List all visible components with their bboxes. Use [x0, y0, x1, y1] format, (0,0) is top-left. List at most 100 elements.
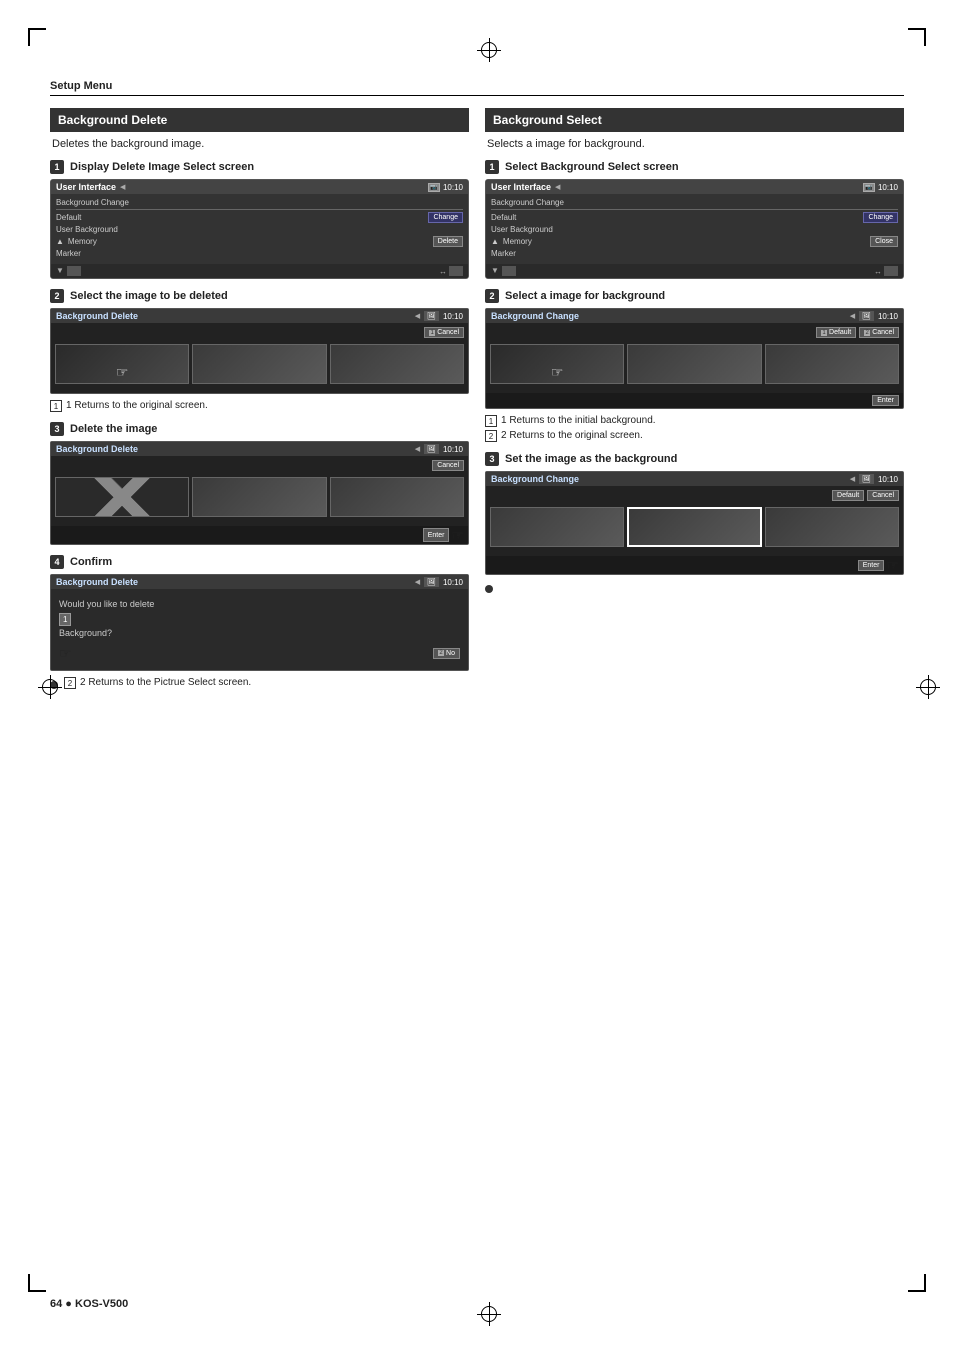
right-step1-num: 1 [485, 160, 499, 174]
right-thumb3[interactable] [765, 344, 899, 384]
step4-icon: 🖼 [424, 577, 439, 587]
thumb3[interactable] [330, 344, 464, 384]
step1-row-default: Default Change [56, 212, 463, 223]
right-step1-footer-arr: ↔ [874, 267, 882, 276]
right-step2-num: 2 [485, 289, 499, 303]
step1-label: 1 Display Delete Image Select screen [50, 160, 469, 174]
right-step1-row-marker: Marker [491, 249, 898, 258]
step2-num: 2 [50, 289, 64, 303]
right-step2-note2: 2 2 Returns to the original screen. [485, 430, 904, 442]
bg-select-header: Background Select [485, 108, 904, 132]
step1-screen: User Interface ◀ 📷 10:10 Background Chan… [50, 179, 469, 279]
step1-footer-icon3 [449, 266, 463, 276]
right-step3-cancel-btn: Cancel [867, 490, 899, 501]
corner-bracket-tl [28, 28, 46, 46]
right-step2-title: Background Change [491, 311, 579, 321]
right-step2-default-btn: 1 Default [816, 327, 856, 338]
right-step1-footer-icon3 [884, 266, 898, 276]
corner-bracket-br [908, 1274, 926, 1292]
step2-title: Background Delete [56, 311, 138, 321]
right-step2-cancel-btn: 2 Cancel [859, 327, 899, 338]
right-step3-thumb1[interactable] [490, 507, 624, 547]
step1-row-user-bg: User Background [56, 225, 463, 234]
step1-footer-icon2 [67, 266, 81, 276]
step4-note: 2 2 Returns to the Pictrue Select screen… [64, 677, 251, 689]
thumb1[interactable]: ☞ [55, 344, 189, 384]
right-step1-row-bg: Background Change [491, 198, 898, 207]
right-step1-icon1: 📷 [863, 183, 875, 192]
right-step1-time: 10:10 [878, 183, 898, 192]
right-step3-thumb-grid [490, 507, 899, 547]
step3-thumb3[interactable] [330, 477, 464, 517]
right-step3-icon: 🖼 [859, 474, 874, 484]
step1-time: 10:10 [443, 183, 463, 192]
step4-confirm-text2: Background? [59, 628, 460, 638]
step4-confirm-text1: Would you like to delete [59, 599, 460, 609]
setup-menu-label: Setup Menu [50, 80, 904, 96]
step2-screen: Background Delete ◀ 🖼 10:10 1 Cancel [50, 308, 469, 394]
step3-enter-btn: Enter [423, 528, 450, 542]
step3-thumb1[interactable] [55, 477, 189, 517]
bg-delete-header: Background Delete [50, 108, 469, 132]
right-step2-screen: Background Change ◀ 🖼 10:10 1 Default [485, 308, 904, 409]
step3-title: Background Delete [56, 444, 138, 454]
right-step1-row-memory: ▲ Memory Close [491, 236, 898, 247]
bg-delete-desc: Deletes the background image. [50, 138, 469, 150]
step2-label: 2 Select the image to be deleted [50, 289, 469, 303]
right-step3-thumb2[interactable] [627, 507, 763, 547]
right-hand-icon: ☞ [551, 364, 564, 381]
step2-cancel-btn: 1 Cancel [424, 327, 464, 338]
step1-num: 1 [50, 160, 64, 174]
step3-screen: Background Delete ◀ 🖼 10:10 Cancel [50, 441, 469, 545]
step3-thumb-grid [55, 477, 464, 517]
bg-select-desc: Selects a image for background. [485, 138, 904, 150]
bullet2 [485, 585, 493, 593]
right-step1-change-btn: Change [863, 212, 898, 223]
step1-change-btn: Change [428, 212, 463, 223]
step1-row-memory: ▲ Memory Delete [56, 236, 463, 247]
note-right2-2: 2 [485, 430, 497, 442]
step4-note-container: 2 2 Returns to the Pictrue Select screen… [50, 677, 469, 689]
step3-num: 3 [50, 422, 64, 436]
step1-row-bg-change: Background Change [56, 198, 463, 207]
hand-icon: ☞ [116, 364, 129, 381]
step4-time: 10:10 [443, 578, 463, 587]
right-step3-time: 10:10 [878, 475, 898, 484]
right-step1-row-user-bg: User Background [491, 225, 898, 234]
step2-time: 10:10 [443, 312, 463, 321]
right-step3-thumb3[interactable] [765, 507, 899, 547]
step4-screen: Background Delete ◀ 🖼 10:10 Would you li… [50, 574, 469, 671]
background-delete-section: Background Delete Deletes the background… [50, 108, 469, 689]
right-thumb1[interactable]: ☞ [490, 344, 624, 384]
right-step2-enter-btn: Enter [872, 395, 899, 406]
step3-hand: ☞ [451, 528, 464, 542]
right-step2-label: 2 Select a image for background [485, 289, 904, 303]
note2-num: 1 [50, 400, 62, 412]
step1-icon1: 📷 [428, 183, 440, 192]
step1-screen-title: User Interface [56, 182, 116, 192]
step4-hand: ☞ [59, 646, 72, 660]
thumb2[interactable] [192, 344, 326, 384]
right-step2-time: 10:10 [878, 312, 898, 321]
step1-footer-icon1: ▼ [56, 266, 64, 276]
step2-thumb-grid: ☞ [55, 344, 464, 384]
step4-label: 4 Confirm [50, 555, 469, 569]
right-step2-thumb-grid: ☞ [490, 344, 899, 384]
step3-label: 3 Delete the image [50, 422, 469, 436]
step3-thumb2[interactable] [192, 477, 326, 517]
step1-delete-btn: Delete [433, 236, 463, 247]
right-step2-icon: 🖼 [859, 311, 874, 321]
right-step3-num: 3 [485, 452, 499, 466]
right-step3-enter-btn: Enter [858, 560, 885, 571]
corner-bracket-bl [28, 1274, 46, 1292]
right-step1-screen: User Interface ◀ 📷 10:10 Background Chan… [485, 179, 904, 279]
page-number: 64 ● KOS-V500 [50, 1298, 128, 1310]
right-step3-title: Background Change [491, 474, 579, 484]
right-step2-notes: 1 1 Returns to the initial background. 2… [485, 415, 904, 442]
right-step1-close-btn: Close [870, 236, 898, 247]
right-thumb2[interactable] [627, 344, 761, 384]
step2-note: 1 1 Returns to the original screen. [50, 400, 469, 412]
right-step3-hand: ☞ [886, 558, 899, 572]
right-step1-footer-icon2 [502, 266, 516, 276]
step1-row-marker: Marker [56, 249, 463, 258]
